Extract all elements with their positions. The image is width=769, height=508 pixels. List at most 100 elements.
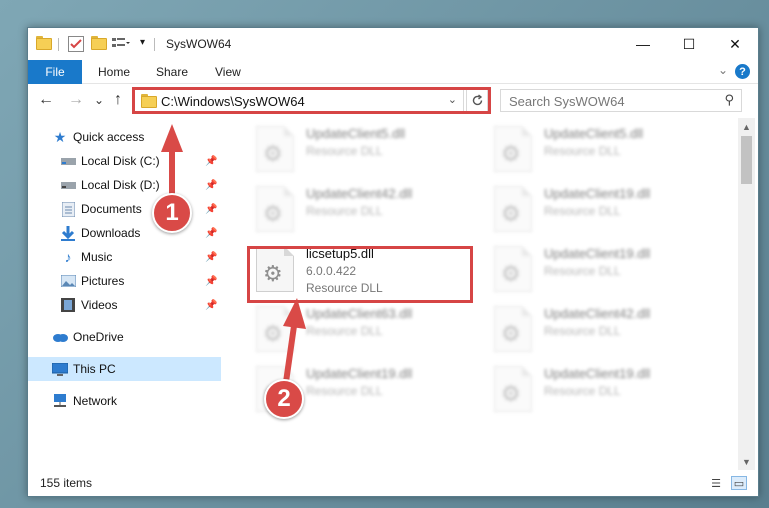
pin-icon[interactable]: 📌 — [205, 180, 217, 191]
dll-file-icon: ⚙ — [494, 306, 532, 352]
file-name: UpdateClient19.dll — [306, 366, 413, 381]
back-button[interactable]: ← — [38, 91, 54, 109]
navigation-pane: ★ Quick access Local Disk (C:) 📌 Local D… — [28, 118, 221, 470]
file-type: Resource DLL — [544, 144, 621, 158]
sidebar-item-label: Documents — [81, 202, 142, 216]
vertical-scrollbar[interactable]: ▲ ▼ — [738, 118, 755, 470]
star-icon: ★ — [53, 128, 67, 145]
status-bar: 155 items ☰ ▭ — [28, 470, 758, 496]
new-folder-icon[interactable] — [91, 36, 107, 52]
recent-locations-button[interactable]: ⌄ — [94, 93, 104, 107]
file-item[interactable]: ⚙ UpdateClient5.dll Resource DLL — [248, 124, 478, 176]
dll-file-icon: ⚙ — [256, 126, 294, 172]
file-name: UpdateClient19.dll — [544, 246, 651, 261]
sidebar-item-label: Quick access — [73, 130, 145, 144]
sidebar-item-label: Local Disk (D:) — [81, 178, 160, 192]
close-button[interactable]: ✕ — [712, 28, 758, 60]
sidebar-item-quick-access[interactable]: ★ Quick access — [28, 125, 221, 149]
drive-icon — [60, 153, 76, 169]
dll-file-icon: ⚙ — [256, 186, 294, 232]
large-icons-view-icon[interactable]: ▭ — [731, 476, 747, 490]
tab-file[interactable]: File — [28, 60, 82, 84]
search-input[interactable]: Search SysWOW64 — [509, 94, 625, 109]
file-name: UpdateClient42.dll — [544, 306, 651, 321]
folder-icon — [36, 36, 52, 52]
sidebar-item-label: Videos — [81, 298, 118, 312]
step-1-badge: 1 — [152, 193, 192, 233]
file-name: UpdateClient5.dll — [306, 126, 406, 141]
music-icon: ♪ — [64, 249, 72, 265]
pin-icon[interactable]: 📌 — [205, 228, 217, 239]
pin-icon[interactable]: 📌 — [205, 204, 217, 215]
drive-icon — [60, 177, 76, 193]
item-count: 155 items — [40, 476, 93, 490]
expand-ribbon-icon[interactable]: ⌄ — [718, 63, 728, 77]
sidebar-item-label: This PC — [73, 362, 116, 376]
file-name: UpdateClient5.dll — [544, 126, 644, 141]
documents-icon — [60, 201, 76, 217]
tab-view[interactable]: View — [215, 65, 241, 79]
file-type: Resource DLL — [306, 384, 383, 398]
forward-button[interactable]: → — [68, 91, 84, 109]
dll-file-icon: ⚙ — [256, 306, 294, 352]
file-item[interactable]: ⚙ UpdateClient63.dll Resource DLL — [248, 304, 478, 356]
help-icon[interactable]: ? — [735, 64, 750, 79]
sidebar-item-label: OneDrive — [73, 330, 124, 344]
file-type: Resource DLL — [306, 144, 383, 158]
maximize-button[interactable]: ☐ — [666, 28, 712, 60]
window-title: SysWOW64 — [166, 37, 232, 51]
sidebar-item-label: Music — [81, 250, 113, 264]
sidebar-item-documents[interactable]: Documents 📌 — [28, 197, 221, 221]
sidebar-item-videos[interactable]: Videos 📌 — [28, 293, 221, 317]
customize-toolbar-icon[interactable] — [112, 36, 130, 52]
up-button[interactable]: ↑ — [114, 91, 122, 109]
sidebar-item-this-pc[interactable]: This PC — [28, 357, 221, 381]
file-type: Resource DLL — [544, 324, 621, 338]
search-box[interactable]: Search SysWOW64 ⚲ — [500, 89, 742, 112]
title-bar: ▾ SysWOW64 — ☐ ✕ — [28, 28, 758, 60]
file-name: UpdateClient19.dll — [544, 366, 651, 381]
tab-share[interactable]: Share — [156, 65, 188, 79]
pin-icon[interactable]: 📌 — [205, 300, 217, 311]
videos-icon — [60, 297, 76, 313]
pin-icon[interactable]: 📌 — [205, 252, 217, 263]
dll-file-icon: ⚙ — [494, 186, 532, 232]
file-type: Resource DLL — [306, 324, 383, 338]
file-highlight-box — [247, 246, 473, 303]
pin-icon[interactable]: 📌 — [205, 276, 217, 287]
properties-icon[interactable] — [68, 36, 84, 52]
sidebar-item-label: Pictures — [81, 274, 125, 288]
minimize-button[interactable]: — — [620, 28, 666, 60]
pin-icon[interactable]: 📌 — [205, 156, 217, 167]
pictures-icon — [60, 273, 76, 289]
title-separator — [58, 38, 59, 51]
file-item[interactable]: ⚙ UpdateClient19.dll Resource DLL — [486, 184, 716, 236]
computer-icon — [52, 361, 68, 377]
sidebar-item-label: Local Disk (C:) — [81, 154, 160, 168]
file-item[interactable]: ⚙ UpdateClient5.dll Resource DLL — [486, 124, 716, 176]
file-item[interactable]: ⚙ UpdateClient19.dll Resource DLL — [486, 244, 716, 296]
navigation-bar: ← → ⌄ ↑ C:\Windows\SysWOW64 ⌄ Search Sys… — [28, 84, 758, 118]
scroll-up-icon[interactable]: ▲ — [738, 118, 755, 135]
dll-file-icon: ⚙ — [494, 246, 532, 292]
sidebar-item-downloads[interactable]: Downloads 📌 — [28, 221, 221, 245]
file-name: UpdateClient19.dll — [544, 186, 651, 201]
sidebar-item-music[interactable]: ♪ Music 📌 — [28, 245, 221, 269]
sidebar-item-network[interactable]: Network — [28, 389, 221, 413]
sidebar-item-label: Network — [73, 394, 118, 408]
file-name: UpdateClient42.dll — [306, 186, 413, 201]
title-separator — [154, 38, 155, 51]
sidebar-item-onedrive[interactable]: OneDrive — [28, 325, 221, 349]
scroll-down-icon[interactable]: ▼ — [738, 453, 755, 470]
sidebar-item-pictures[interactable]: Pictures 📌 — [28, 269, 221, 293]
details-view-icon[interactable]: ☰ — [708, 476, 724, 490]
file-item[interactable]: ⚙ UpdateClient42.dll Resource DLL — [248, 184, 478, 236]
network-icon — [52, 393, 68, 409]
sidebar-item-local-disk-d[interactable]: Local Disk (D:) 📌 — [28, 173, 221, 197]
tab-home[interactable]: Home — [98, 65, 130, 79]
sidebar-item-local-disk-c[interactable]: Local Disk (C:) 📌 — [28, 149, 221, 173]
file-item[interactable]: ⚙ UpdateClient19.dll Resource DLL — [486, 364, 716, 416]
scroll-thumb[interactable] — [741, 136, 752, 184]
search-icon[interactable]: ⚲ — [724, 92, 734, 108]
file-item[interactable]: ⚙ UpdateClient42.dll Resource DLL — [486, 304, 716, 356]
